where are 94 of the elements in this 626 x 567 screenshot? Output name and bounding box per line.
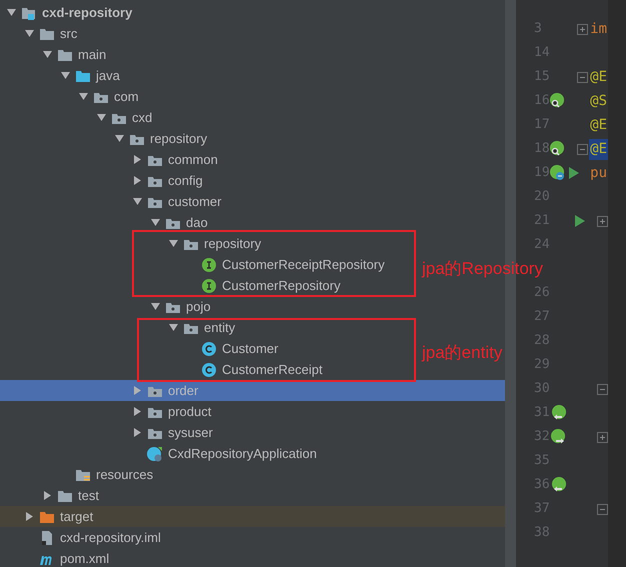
fold-minus-icon[interactable] — [577, 72, 588, 82]
tree-item-label: CustomerReceipt — [222, 360, 322, 379]
tree-item[interactable]: CxdRepositoryApplication — [0, 443, 325, 464]
spring-class-icon — [147, 446, 163, 462]
expanded-arrow-icon[interactable] — [24, 29, 34, 38]
fold-minus-icon[interactable] — [596, 384, 608, 394]
tree-item-label: test — [78, 486, 99, 505]
tree-item[interactable]: repository — [0, 233, 270, 254]
expanded-arrow-icon[interactable] — [6, 8, 16, 17]
collapsed-arrow-icon[interactable] — [132, 428, 142, 437]
run-icon[interactable] — [574, 214, 586, 228]
tree-item-label: java — [96, 66, 120, 85]
tree-item-label: common — [168, 150, 218, 169]
code-text: @E — [589, 116, 608, 134]
interface-icon — [202, 258, 216, 272]
expanded-arrow-icon[interactable] — [78, 92, 88, 101]
code-text: pu — [589, 164, 608, 182]
tree-item-label: Customer — [222, 340, 278, 358]
tree-item-label: order — [168, 382, 198, 400]
collapsed-arrow-icon[interactable] — [24, 512, 34, 521]
tree-item-label: main — [78, 46, 106, 64]
class-icon — [202, 342, 216, 356]
tree-item[interactable]: com — [0, 86, 147, 107]
tree-item-label: pojo — [186, 298, 211, 316]
tree-item-label: config — [168, 172, 203, 190]
tree-item-label: customer — [168, 192, 222, 211]
expanded-arrow-icon[interactable] — [150, 302, 160, 311]
fold-plus-icon[interactable] — [596, 432, 608, 442]
fold-plus-icon[interactable] — [596, 216, 608, 226]
tree-item-label: resources — [96, 466, 154, 484]
tree-item[interactable]: repository — [0, 128, 216, 149]
code-text: @S — [589, 92, 608, 110]
tree-item[interactable]: pojo — [0, 296, 219, 317]
expanded-arrow-icon[interactable] — [60, 71, 70, 80]
code-text: @E — [589, 138, 608, 160]
tree-item-label: pom.xml — [60, 550, 110, 567]
tree-item[interactable]: CustomerReceipt — [0, 359, 330, 380]
tree-item[interactable]: test — [0, 485, 107, 506]
tree-item[interactable]: customer — [0, 191, 230, 212]
tree-item-label: target — [60, 508, 94, 526]
tree-item-label: product — [168, 402, 212, 421]
file-icon — [39, 530, 55, 546]
tree-item-label: sysuser — [168, 424, 213, 442]
expanded-arrow-icon[interactable] — [168, 323, 178, 332]
tree-item[interactable]: config — [0, 170, 211, 191]
expanded-arrow-icon[interactable] — [114, 134, 124, 143]
fold-plus-icon[interactable] — [577, 24, 588, 34]
tree-item[interactable]: java — [0, 65, 128, 86]
tree-item[interactable]: src — [0, 23, 86, 44]
collapsed-arrow-icon[interactable] — [42, 491, 52, 500]
tree-item-label: cxd-repository.iml — [60, 528, 161, 547]
tree-item[interactable]: CustomerReceiptRepository — [0, 254, 393, 275]
annotation-text: jpa的Repository — [422, 258, 543, 280]
tree-item[interactable]: dao — [0, 212, 216, 233]
fold-minus-icon[interactable] — [577, 144, 588, 154]
tree-item-label: cxd — [132, 108, 152, 127]
code-text: im — [589, 20, 608, 38]
class-icon — [202, 362, 216, 376]
tree-item[interactable]: Customer — [0, 338, 286, 359]
tree-item[interactable]: main — [0, 44, 114, 65]
tree-item-label: cxd-repository — [42, 4, 132, 22]
tree-item[interactable]: cxd — [0, 107, 160, 128]
tree-item[interactable]: product — [0, 401, 220, 422]
expanded-arrow-icon[interactable] — [132, 197, 142, 206]
tree-item[interactable]: resources — [0, 464, 162, 485]
run-icon[interactable] — [568, 166, 580, 180]
collapsed-arrow-icon[interactable] — [132, 155, 142, 164]
tree-item-label: CxdRepositoryApplication — [168, 444, 317, 463]
tree-item-label: dao — [186, 214, 208, 232]
code-text: @E — [589, 68, 608, 86]
expanded-arrow-icon[interactable] — [150, 218, 160, 227]
tree-item[interactable]: cxd-repository — [0, 2, 140, 23]
tree-item[interactable]: common — [0, 149, 226, 170]
tree-item-label: com — [114, 88, 139, 106]
tree-item[interactable]: CustomerRepository — [0, 275, 348, 296]
collapsed-arrow-icon[interactable] — [132, 176, 142, 185]
tree-item-label: src — [60, 24, 78, 43]
expanded-arrow-icon[interactable] — [42, 50, 52, 59]
tree-item-label: CustomerReceiptRepository — [222, 256, 385, 274]
tree-item-label: repository — [204, 234, 262, 253]
expanded-arrow-icon[interactable] — [96, 113, 106, 122]
fold-minus-icon[interactable] — [596, 504, 608, 514]
tree-item-label: CustomerRepository — [222, 276, 340, 295]
tree-item[interactable]: target — [0, 506, 505, 527]
annotation-text: jpa的entity — [422, 342, 502, 364]
tree-item[interactable]: cxd-repository.iml — [0, 527, 169, 548]
collapsed-arrow-icon[interactable] — [132, 407, 142, 416]
tree-item[interactable]: sysuser — [0, 422, 221, 443]
interface-icon — [202, 278, 216, 292]
tree-item[interactable]: entity — [0, 317, 244, 338]
tree-item-label: repository — [150, 130, 208, 148]
expanded-arrow-icon[interactable] — [168, 239, 178, 248]
tree-item[interactable]: pom.xml — [0, 548, 118, 567]
tree-item-label: entity — [204, 318, 236, 337]
